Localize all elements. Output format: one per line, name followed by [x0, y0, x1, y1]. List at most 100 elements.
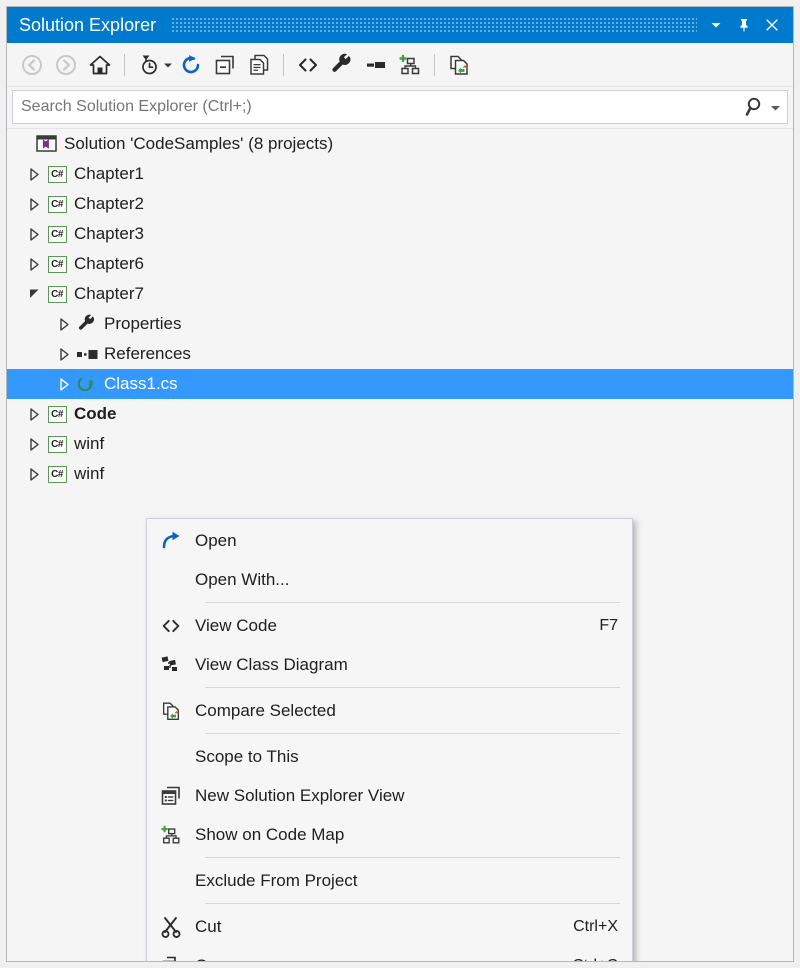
- window-titlebar: Solution Explorer: [7, 7, 793, 43]
- expander-collapsed-icon[interactable]: [23, 219, 45, 249]
- tree-row-winforms-1[interactable]: C# winf: [7, 429, 793, 459]
- csharp-project-icon: C#: [45, 433, 69, 455]
- csharp-project-icon: C#: [45, 463, 69, 485]
- titlebar-buttons: [703, 12, 785, 38]
- refresh-icon[interactable]: [176, 50, 206, 80]
- menu-item-label: Exclude From Project: [195, 870, 358, 890]
- expander-collapsed-icon[interactable]: [23, 429, 45, 459]
- search-icon[interactable]: [745, 96, 767, 118]
- csharp-project-icon: C#: [45, 193, 69, 215]
- menu-item-label: Copy: [195, 956, 554, 962]
- tree-row-chapter7[interactable]: C# Chapter7: [7, 279, 793, 309]
- tree-row-label: Class1.cs: [104, 374, 178, 393]
- home-icon[interactable]: [85, 50, 115, 80]
- tree-row-label: References: [104, 344, 191, 363]
- csharp-project-icon: C#: [45, 403, 69, 425]
- scissors-icon: [147, 907, 195, 946]
- tree-row-chapter6[interactable]: C# Chapter6: [7, 249, 793, 279]
- tree-row-properties[interactable]: Properties: [7, 309, 793, 339]
- tree-row-chapter2[interactable]: C# Chapter2: [7, 189, 793, 219]
- search-input[interactable]: [21, 98, 745, 116]
- collapse-all-icon[interactable]: [210, 50, 240, 80]
- menu-item-view-class-diagram[interactable]: View Class Diagram: [147, 645, 632, 684]
- show-all-files-icon[interactable]: [244, 50, 274, 80]
- menu-item-new-solution-explorer-view[interactable]: New Solution Explorer View: [147, 776, 632, 815]
- expander-collapsed-icon[interactable]: [53, 339, 75, 369]
- angle-brackets-icon: [147, 606, 195, 645]
- expander-collapsed-icon[interactable]: [53, 369, 75, 399]
- tree-row-winforms-2[interactable]: C# winf: [7, 459, 793, 489]
- tree-row-references[interactable]: References: [7, 339, 793, 369]
- expander-expanded-icon[interactable]: [23, 279, 45, 309]
- menu-item-copy[interactable]: Copy Ctrl+C: [147, 946, 632, 961]
- close-icon[interactable]: [759, 12, 785, 38]
- tree-row-codesamples[interactable]: C# Code: [7, 399, 793, 429]
- menu-item-label: Open With...: [195, 569, 290, 589]
- menu-item-label: New Solution Explorer View: [195, 785, 405, 805]
- menu-item-open[interactable]: Open: [147, 521, 632, 560]
- dash-bar-icon[interactable]: [361, 50, 391, 80]
- menu-separator: [205, 602, 620, 603]
- solution-tree[interactable]: Solution 'CodeSamples' (8 projects) C# C…: [7, 128, 793, 961]
- expander-collapsed-icon[interactable]: [23, 159, 45, 189]
- wrench-icon[interactable]: [327, 50, 357, 80]
- expander-collapsed-icon[interactable]: [23, 249, 45, 279]
- toolbar-separator-3: [434, 53, 435, 76]
- menu-separator: [205, 857, 620, 858]
- expander-collapsed-icon[interactable]: [23, 399, 45, 429]
- tree-row-label: Chapter1: [74, 164, 144, 183]
- svg-text:#: #: [89, 379, 94, 389]
- tree-row-chapter3[interactable]: C# Chapter3: [7, 219, 793, 249]
- menu-item-shortcut: F7: [599, 616, 618, 634]
- menu-item-show-on-code-map[interactable]: Show on Code Map: [147, 815, 632, 854]
- menu-separator: [205, 687, 620, 688]
- csharp-project-icon: C#: [45, 223, 69, 245]
- search-options-caret-icon[interactable]: [770, 102, 781, 113]
- menu-item-label: Cut: [195, 916, 222, 936]
- pin-icon[interactable]: [731, 12, 757, 38]
- search-bar[interactable]: [12, 90, 788, 124]
- csharp-project-icon: C#: [45, 253, 69, 275]
- forward-arrow-icon[interactable]: [51, 50, 81, 80]
- page-title: Solution Explorer: [19, 14, 157, 35]
- chevron-down-icon[interactable]: [703, 12, 729, 38]
- titlebar-drag-grip[interactable]: [172, 18, 697, 32]
- context-menu[interactable]: Open Open With... View Code F7 View Clas…: [146, 518, 633, 961]
- tree-row-label: Chapter2: [74, 194, 144, 213]
- menu-item-label: Scope to This: [195, 746, 299, 766]
- expander-collapsed-icon[interactable]: [53, 309, 75, 339]
- solution-explorer-app: Solution Explorer Search Solution Explor…: [0, 0, 800, 968]
- expander-collapsed-icon[interactable]: [23, 459, 45, 489]
- csharp-file-icon: #: [75, 373, 99, 395]
- menu-item-compare-selected[interactable]: Compare Selected: [147, 691, 632, 730]
- no-icon: [147, 737, 195, 776]
- tree-row-label: Chapter3: [74, 224, 144, 243]
- angle-brackets-icon[interactable]: [293, 50, 323, 80]
- back-arrow-icon[interactable]: [17, 50, 47, 80]
- menu-item-open-with[interactable]: Open With...: [147, 560, 632, 599]
- code-map-icon[interactable]: [395, 50, 425, 80]
- caret-down-icon[interactable]: [162, 50, 174, 80]
- tree-row-solution[interactable]: Solution 'CodeSamples' (8 projects): [7, 129, 793, 159]
- tree-row-label: winf: [74, 464, 105, 483]
- menu-item-cut[interactable]: Cut Ctrl+X: [147, 907, 632, 946]
- menu-item-label: Compare Selected: [195, 700, 336, 720]
- open-arrow-icon: [147, 521, 195, 560]
- compare-files-icon[interactable]: [444, 50, 474, 80]
- menu-item-label: Show on Code Map: [195, 824, 345, 844]
- tree-row-label: Code: [74, 404, 117, 423]
- menu-item-label: View Class Diagram: [195, 654, 348, 674]
- clock-filter-icon[interactable]: [134, 50, 164, 80]
- menu-item-exclude-from-project[interactable]: Exclude From Project: [147, 861, 632, 900]
- tree-row-chapter1[interactable]: C# Chapter1: [7, 159, 793, 189]
- menu-item-shortcut: Ctrl+C: [554, 957, 618, 962]
- references-icon: [75, 343, 99, 365]
- tree-row-label: Properties: [104, 314, 182, 333]
- menu-item-scope-to-this[interactable]: Scope to This: [147, 737, 632, 776]
- csharp-project-icon: C#: [45, 163, 69, 185]
- no-icon: [147, 560, 195, 599]
- tree-row-class1-cs[interactable]: # Class1.cs: [7, 369, 793, 399]
- menu-item-view-code[interactable]: View Code F7: [147, 606, 632, 645]
- expander-collapsed-icon[interactable]: [23, 189, 45, 219]
- csharp-project-icon: C#: [45, 283, 69, 305]
